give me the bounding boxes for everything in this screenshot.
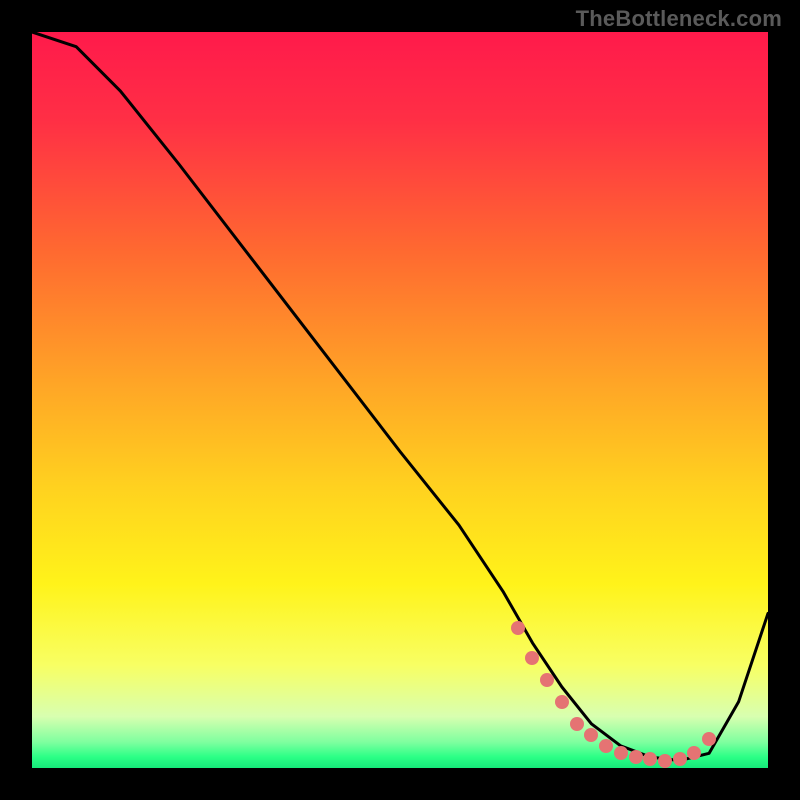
- optimal-marker: [673, 752, 687, 766]
- optimal-marker: [555, 695, 569, 709]
- optimal-marker: [643, 752, 657, 766]
- optimal-marker: [584, 728, 598, 742]
- optimal-marker: [540, 673, 554, 687]
- optimal-marker: [687, 746, 701, 760]
- optimal-marker: [702, 732, 716, 746]
- optimal-marker: [614, 746, 628, 760]
- optimal-marker: [658, 754, 672, 768]
- plot-area: [32, 32, 768, 768]
- attribution-text: TheBottleneck.com: [576, 6, 782, 32]
- optimal-marker: [599, 739, 613, 753]
- optimal-marker: [629, 750, 643, 764]
- bottleneck-curve: [32, 32, 768, 768]
- optimal-marker: [525, 651, 539, 665]
- optimal-marker: [570, 717, 584, 731]
- optimal-marker: [511, 621, 525, 635]
